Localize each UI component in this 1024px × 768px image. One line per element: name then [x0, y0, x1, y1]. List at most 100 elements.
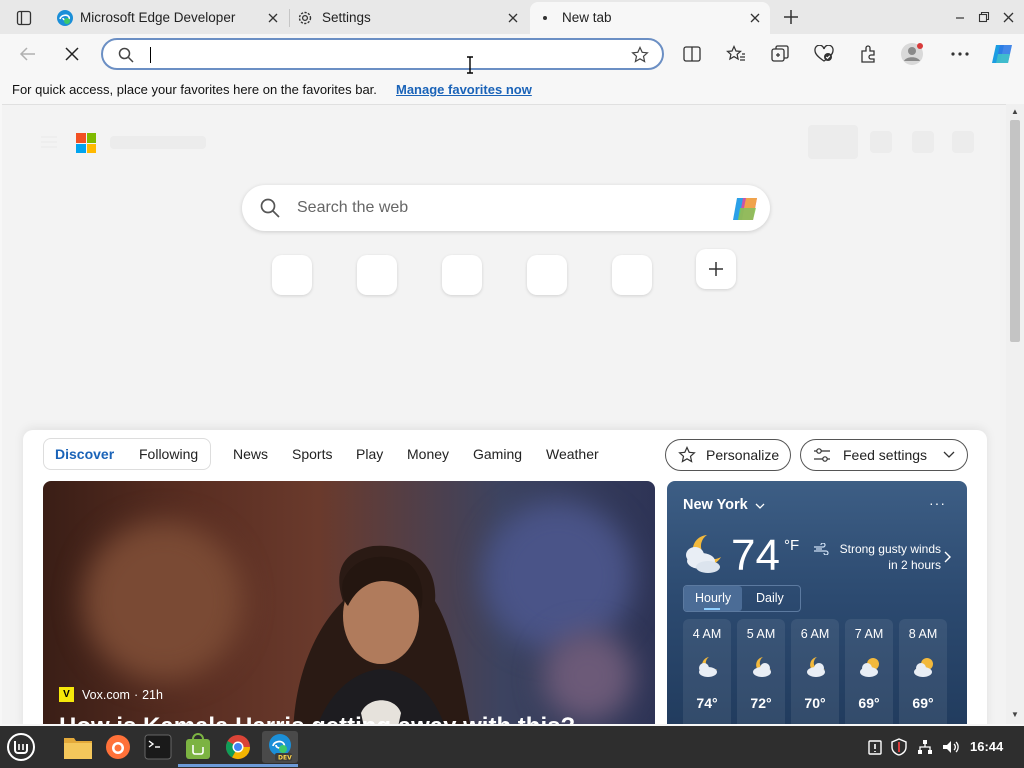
terminal-launcher[interactable] [142, 731, 174, 763]
web-search-box[interactable]: Search the web [242, 185, 770, 231]
personalize-button[interactable]: Personalize [665, 439, 791, 471]
hourly-forecast-item[interactable]: 4 AM 74° [683, 619, 731, 724]
gear-icon [298, 11, 312, 25]
alert-line-2: in 2 hours [888, 558, 941, 572]
copilot-icon [992, 45, 1012, 63]
start-menu-button[interactable] [5, 731, 37, 763]
network-icon[interactable] [916, 738, 934, 756]
menu-icon[interactable] [40, 135, 58, 149]
volume-icon[interactable] [942, 738, 960, 756]
running-indicator [258, 764, 298, 767]
hourly-forecast-item[interactable]: 7 AM 69° [845, 619, 893, 724]
scroll-down-icon[interactable]: ▼ [1010, 710, 1020, 720]
quick-link-tile[interactable] [527, 255, 567, 295]
weather-alert[interactable]: Strong gusty winds in 2 hours [813, 541, 941, 573]
tab-news[interactable]: News [233, 446, 268, 462]
hour-label: 5 AM [746, 627, 776, 641]
taskbar: DEV 16:44 [0, 726, 1024, 768]
edge-dev-launcher[interactable]: DEV [262, 731, 298, 763]
ellipsis-icon [951, 52, 969, 56]
microsoft-logo [76, 133, 96, 153]
feed-settings-button[interactable]: Feed settings [800, 439, 968, 471]
copilot-button[interactable] [990, 42, 1014, 66]
more-options-icon[interactable]: ··· [929, 495, 946, 511]
tab-discover[interactable]: Discover [55, 446, 114, 462]
quick-link-tile[interactable] [612, 255, 652, 295]
manage-favorites-link[interactable]: Manage favorites now [396, 82, 532, 97]
browser-essentials-button[interactable] [812, 42, 836, 66]
tab-actions-icon[interactable] [14, 8, 34, 28]
scrollbar-thumb[interactable] [1010, 120, 1020, 342]
hour-label: 8 AM [908, 627, 938, 641]
navigation-toolbar [0, 34, 1024, 74]
firefox-launcher[interactable] [102, 731, 134, 763]
chevron-down-icon[interactable] [755, 503, 765, 510]
tab-hourly[interactable]: Hourly [695, 591, 731, 605]
tab-weather[interactable]: Weather [546, 446, 599, 462]
terminal-icon [144, 734, 172, 760]
favorites-icon [726, 45, 745, 61]
tab-money[interactable]: Money [407, 446, 449, 462]
tab-daily[interactable]: Daily [756, 591, 784, 605]
extensions-button[interactable] [856, 42, 880, 66]
restore-button[interactable] [976, 9, 992, 25]
back-button[interactable] [16, 42, 40, 66]
placeholder-brand-text [110, 136, 206, 149]
copilot-icon[interactable] [730, 196, 760, 222]
scroll-up-icon[interactable]: ▲ [1010, 107, 1020, 117]
close-tab-icon[interactable] [748, 11, 762, 25]
tab-new-tab[interactable]: New tab [530, 2, 770, 34]
tab-title: Microsoft Edge Developer [80, 10, 236, 25]
alert-line-1: Strong gusty winds [839, 542, 941, 556]
hour-temperature: 70° [804, 695, 826, 711]
quick-link-tile[interactable] [357, 255, 397, 295]
hourly-forecast-item[interactable]: 8 AM 69° [899, 619, 947, 724]
address-bar[interactable] [101, 38, 664, 70]
page-scrollbar[interactable]: ▲ ▼ [1006, 104, 1024, 724]
new-tab-button[interactable] [780, 6, 802, 28]
tab-gaming[interactable]: Gaming [473, 446, 522, 462]
split-screen-icon [683, 46, 701, 62]
firefox-icon [106, 735, 130, 759]
address-input[interactable] [147, 44, 607, 64]
update-manager-icon[interactable] [866, 738, 884, 756]
sliders-icon [814, 448, 830, 462]
linux-mint-menu-icon [7, 733, 35, 761]
hourly-forecast-item[interactable]: 5 AM 72° [737, 619, 785, 724]
hourly-forecast-item[interactable]: 6 AM 70° [791, 619, 839, 724]
mintinstall-launcher[interactable] [182, 731, 214, 763]
chevron-right-icon[interactable] [944, 551, 951, 563]
night-partly-cloudy-icon [699, 657, 717, 677]
favorites-button[interactable] [724, 42, 748, 66]
tab-following[interactable]: Following [139, 446, 198, 462]
quick-link-tile[interactable] [272, 255, 312, 295]
files-launcher[interactable] [62, 731, 94, 763]
clock[interactable]: 16:44 [970, 739, 1003, 754]
personalize-label: Personalize [706, 447, 780, 463]
news-feed: Discover Following News Sports Play Mone… [23, 430, 987, 724]
tab-edge-developer[interactable]: Microsoft Edge Developer [50, 2, 288, 34]
close-tab-icon[interactable] [506, 11, 520, 25]
profile-button[interactable] [900, 42, 924, 66]
settings-and-more-button[interactable] [948, 42, 972, 66]
star-icon[interactable] [631, 46, 649, 64]
article-headline[interactable]: How is Kamala Harris getting away with t… [59, 713, 575, 724]
weather-location[interactable]: New York [683, 497, 748, 513]
weather-card[interactable]: New York ··· 74 °F Strong gusty winds in… [667, 481, 967, 724]
shield-icon[interactable] [890, 738, 908, 756]
running-indicator [218, 764, 258, 767]
tab-play[interactable]: Play [356, 446, 383, 462]
close-window-button[interactable] [1000, 9, 1016, 25]
tab-settings[interactable]: Settings [290, 2, 528, 34]
hero-article-card[interactable]: V Vox.com · 21h How is Kamala Harris get… [43, 481, 655, 724]
close-tab-icon[interactable] [266, 11, 280, 25]
minimize-button[interactable] [952, 9, 968, 25]
collections-button[interactable] [768, 42, 792, 66]
tab-sports[interactable]: Sports [292, 446, 332, 462]
tab-title: New tab [562, 10, 612, 25]
stop-loading-button[interactable] [60, 42, 84, 66]
add-quick-link-button[interactable] [696, 249, 736, 289]
quick-link-tile[interactable] [442, 255, 482, 295]
chrome-launcher[interactable] [222, 731, 254, 763]
split-screen-button[interactable] [680, 42, 704, 66]
